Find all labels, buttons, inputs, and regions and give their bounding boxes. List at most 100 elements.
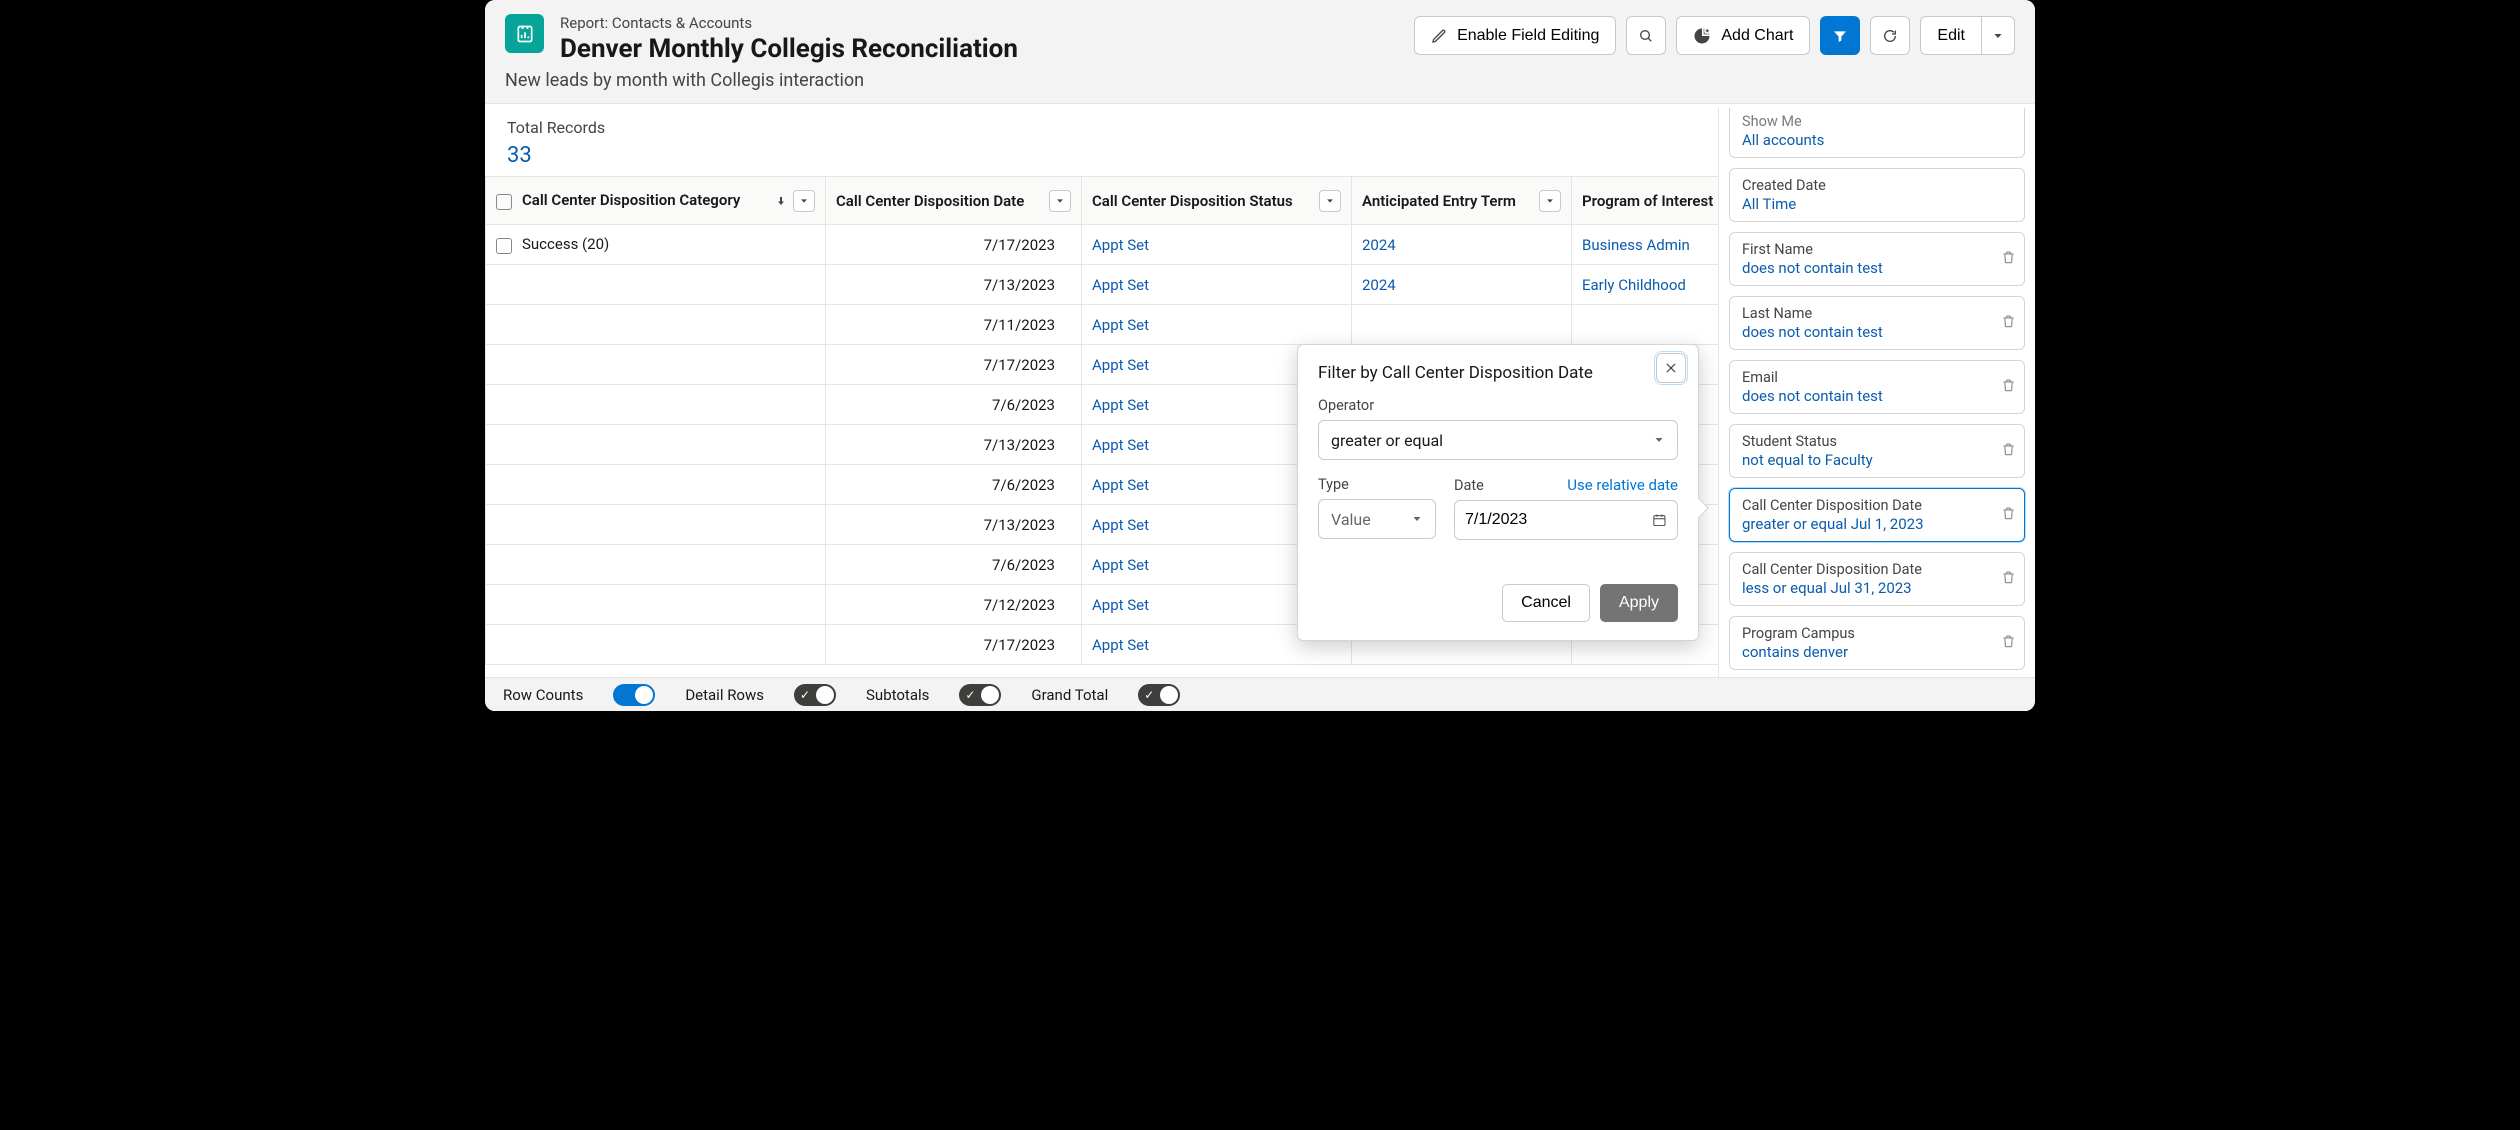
filter-card[interactable]: First Namedoes not contain test: [1729, 232, 2025, 286]
column-header-date[interactable]: Call Center Disposition Date: [826, 177, 1082, 225]
filter-value: All Time: [1742, 195, 2012, 213]
close-button[interactable]: [1656, 353, 1686, 383]
detail-rows-toggle[interactable]: ✓: [794, 684, 836, 706]
page-subtitle: New leads by month with Collegis interac…: [505, 70, 1018, 91]
column-header-program[interactable]: Program of Interest: [1572, 177, 1719, 225]
cell-term: [1352, 305, 1572, 345]
cell-date: 7/13/2023: [826, 265, 1082, 305]
operator-label: Operator: [1318, 397, 1678, 414]
cancel-button[interactable]: Cancel: [1502, 584, 1590, 622]
link-status[interactable]: Appt Set: [1092, 396, 1149, 414]
filter-value: not equal to Faculty: [1742, 451, 2012, 469]
row-counts-toggle[interactable]: [613, 684, 655, 706]
delete-filter-button[interactable]: [2001, 250, 2016, 269]
column-menu-button[interactable]: [1319, 190, 1341, 212]
chevron-down-icon: [1653, 434, 1665, 446]
edit-button[interactable]: Edit: [1920, 16, 1981, 55]
table-row: 7/13/2023 Appt Set 2024 Early Childhood: [486, 265, 1719, 305]
filter-label: Program Campus: [1742, 625, 2012, 642]
link-status[interactable]: Appt Set: [1092, 636, 1149, 654]
button-label: Add Chart: [1721, 27, 1793, 45]
filter-value: less or equal Jul 31, 2023: [1742, 579, 2012, 597]
funnel-icon: [1832, 28, 1848, 44]
cell-category: [486, 305, 826, 345]
filter-label: Call Center Disposition Date: [1742, 561, 2012, 578]
column-menu-button[interactable]: [1049, 190, 1071, 212]
delete-filter-button[interactable]: [2001, 570, 2016, 589]
link-program[interactable]: Early Childhood: [1582, 276, 1686, 294]
link-status[interactable]: Appt Set: [1092, 556, 1149, 574]
link-term[interactable]: 2024: [1362, 236, 1396, 254]
filter-card[interactable]: Created DateAll Time: [1729, 168, 2025, 222]
filter-card[interactable]: Call Center Disposition Dategreater or e…: [1729, 488, 2025, 542]
close-icon: [1664, 361, 1678, 375]
checkbox[interactable]: [496, 238, 512, 254]
filter-card[interactable]: Program Campuscontains denver: [1729, 616, 2025, 670]
cell-date: 7/6/2023: [826, 385, 1082, 425]
cell-status: Appt Set: [1082, 265, 1352, 305]
apply-button[interactable]: Apply: [1600, 584, 1678, 622]
delete-filter-button[interactable]: [2001, 506, 2016, 525]
column-menu-button[interactable]: [1539, 190, 1561, 212]
date-input[interactable]: [1454, 500, 1678, 540]
column-header-status[interactable]: Call Center Disposition Status: [1082, 177, 1352, 225]
footer: Row Counts Detail Rows ✓ Subtotals ✓ Gra…: [485, 677, 2035, 711]
breadcrumb: Report: Contacts & Accounts: [560, 14, 1018, 32]
total-records-value: 33: [507, 143, 1696, 168]
filter-panel: Show MeAll accounts Created DateAll Time F…: [1718, 108, 2035, 711]
link-status[interactable]: Appt Set: [1092, 596, 1149, 614]
link-status[interactable]: Appt Set: [1092, 236, 1149, 254]
filter-button[interactable]: [1820, 16, 1860, 55]
cell-term: 2024: [1352, 265, 1572, 305]
link-term[interactable]: 2024: [1362, 276, 1396, 294]
link-status[interactable]: Appt Set: [1092, 276, 1149, 294]
link-status[interactable]: Appt Set: [1092, 516, 1149, 534]
cell-date: 7/11/2023: [826, 305, 1082, 345]
delete-filter-button[interactable]: [2001, 314, 2016, 333]
trash-icon: [2001, 314, 2016, 329]
date-field[interactable]: [1465, 511, 1652, 529]
link-status[interactable]: Appt Set: [1092, 476, 1149, 494]
subtotals-toggle[interactable]: ✓: [959, 684, 1001, 706]
filter-card[interactable]: Call Center Disposition Dateless or equa…: [1729, 552, 2025, 606]
trash-icon: [2001, 442, 2016, 457]
link-status[interactable]: Appt Set: [1092, 436, 1149, 454]
cell-term: 2024: [1352, 225, 1572, 265]
type-label: Type: [1318, 476, 1436, 493]
link-status[interactable]: Appt Set: [1092, 316, 1149, 334]
column-header-category[interactable]: Call Center Disposition Category: [486, 177, 826, 225]
link-program[interactable]: Business Admin: [1582, 236, 1690, 254]
column-header-term[interactable]: Anticipated Entry Term: [1352, 177, 1572, 225]
operator-select[interactable]: greater or equal: [1318, 420, 1678, 460]
filter-card[interactable]: Show MeAll accounts: [1729, 108, 2025, 158]
group-label: Success (20): [522, 235, 609, 253]
delete-filter-button[interactable]: [2001, 634, 2016, 653]
grand-total-toggle[interactable]: ✓: [1138, 684, 1180, 706]
edit-dropdown-button[interactable]: [1981, 16, 2015, 55]
page-title: Denver Monthly Collegis Reconciliation: [560, 34, 1018, 64]
pencil-icon: [1431, 28, 1447, 44]
filter-label: Email: [1742, 369, 2012, 386]
filter-card[interactable]: Emaildoes not contain test: [1729, 360, 2025, 414]
trash-icon: [2001, 250, 2016, 265]
delete-filter-button[interactable]: [2001, 442, 2016, 461]
use-relative-date-link[interactable]: Use relative date: [1567, 476, 1678, 494]
cell-date: 7/13/2023: [826, 425, 1082, 465]
popover-title: Filter by Call Center Disposition Date: [1318, 363, 1678, 383]
add-chart-button[interactable]: Add Chart: [1676, 16, 1810, 55]
link-status[interactable]: Appt Set: [1092, 356, 1149, 374]
checkbox[interactable]: [496, 194, 512, 210]
column-menu-button[interactable]: [793, 190, 815, 212]
cell-status: Appt Set: [1082, 225, 1352, 265]
trash-icon: [2001, 570, 2016, 585]
select-value: Value: [1331, 510, 1371, 529]
cell-category: Success (20): [486, 225, 826, 265]
filter-card[interactable]: Last Namedoes not contain test: [1729, 296, 2025, 350]
delete-filter-button[interactable]: [2001, 378, 2016, 397]
enable-field-editing-button[interactable]: Enable Field Editing: [1414, 16, 1616, 55]
filter-card[interactable]: Student Statusnot equal to Faculty: [1729, 424, 2025, 478]
search-button[interactable]: [1626, 16, 1666, 55]
refresh-button[interactable]: [1870, 16, 1910, 55]
type-select[interactable]: Value: [1318, 499, 1436, 539]
cell-date: 7/17/2023: [826, 345, 1082, 385]
